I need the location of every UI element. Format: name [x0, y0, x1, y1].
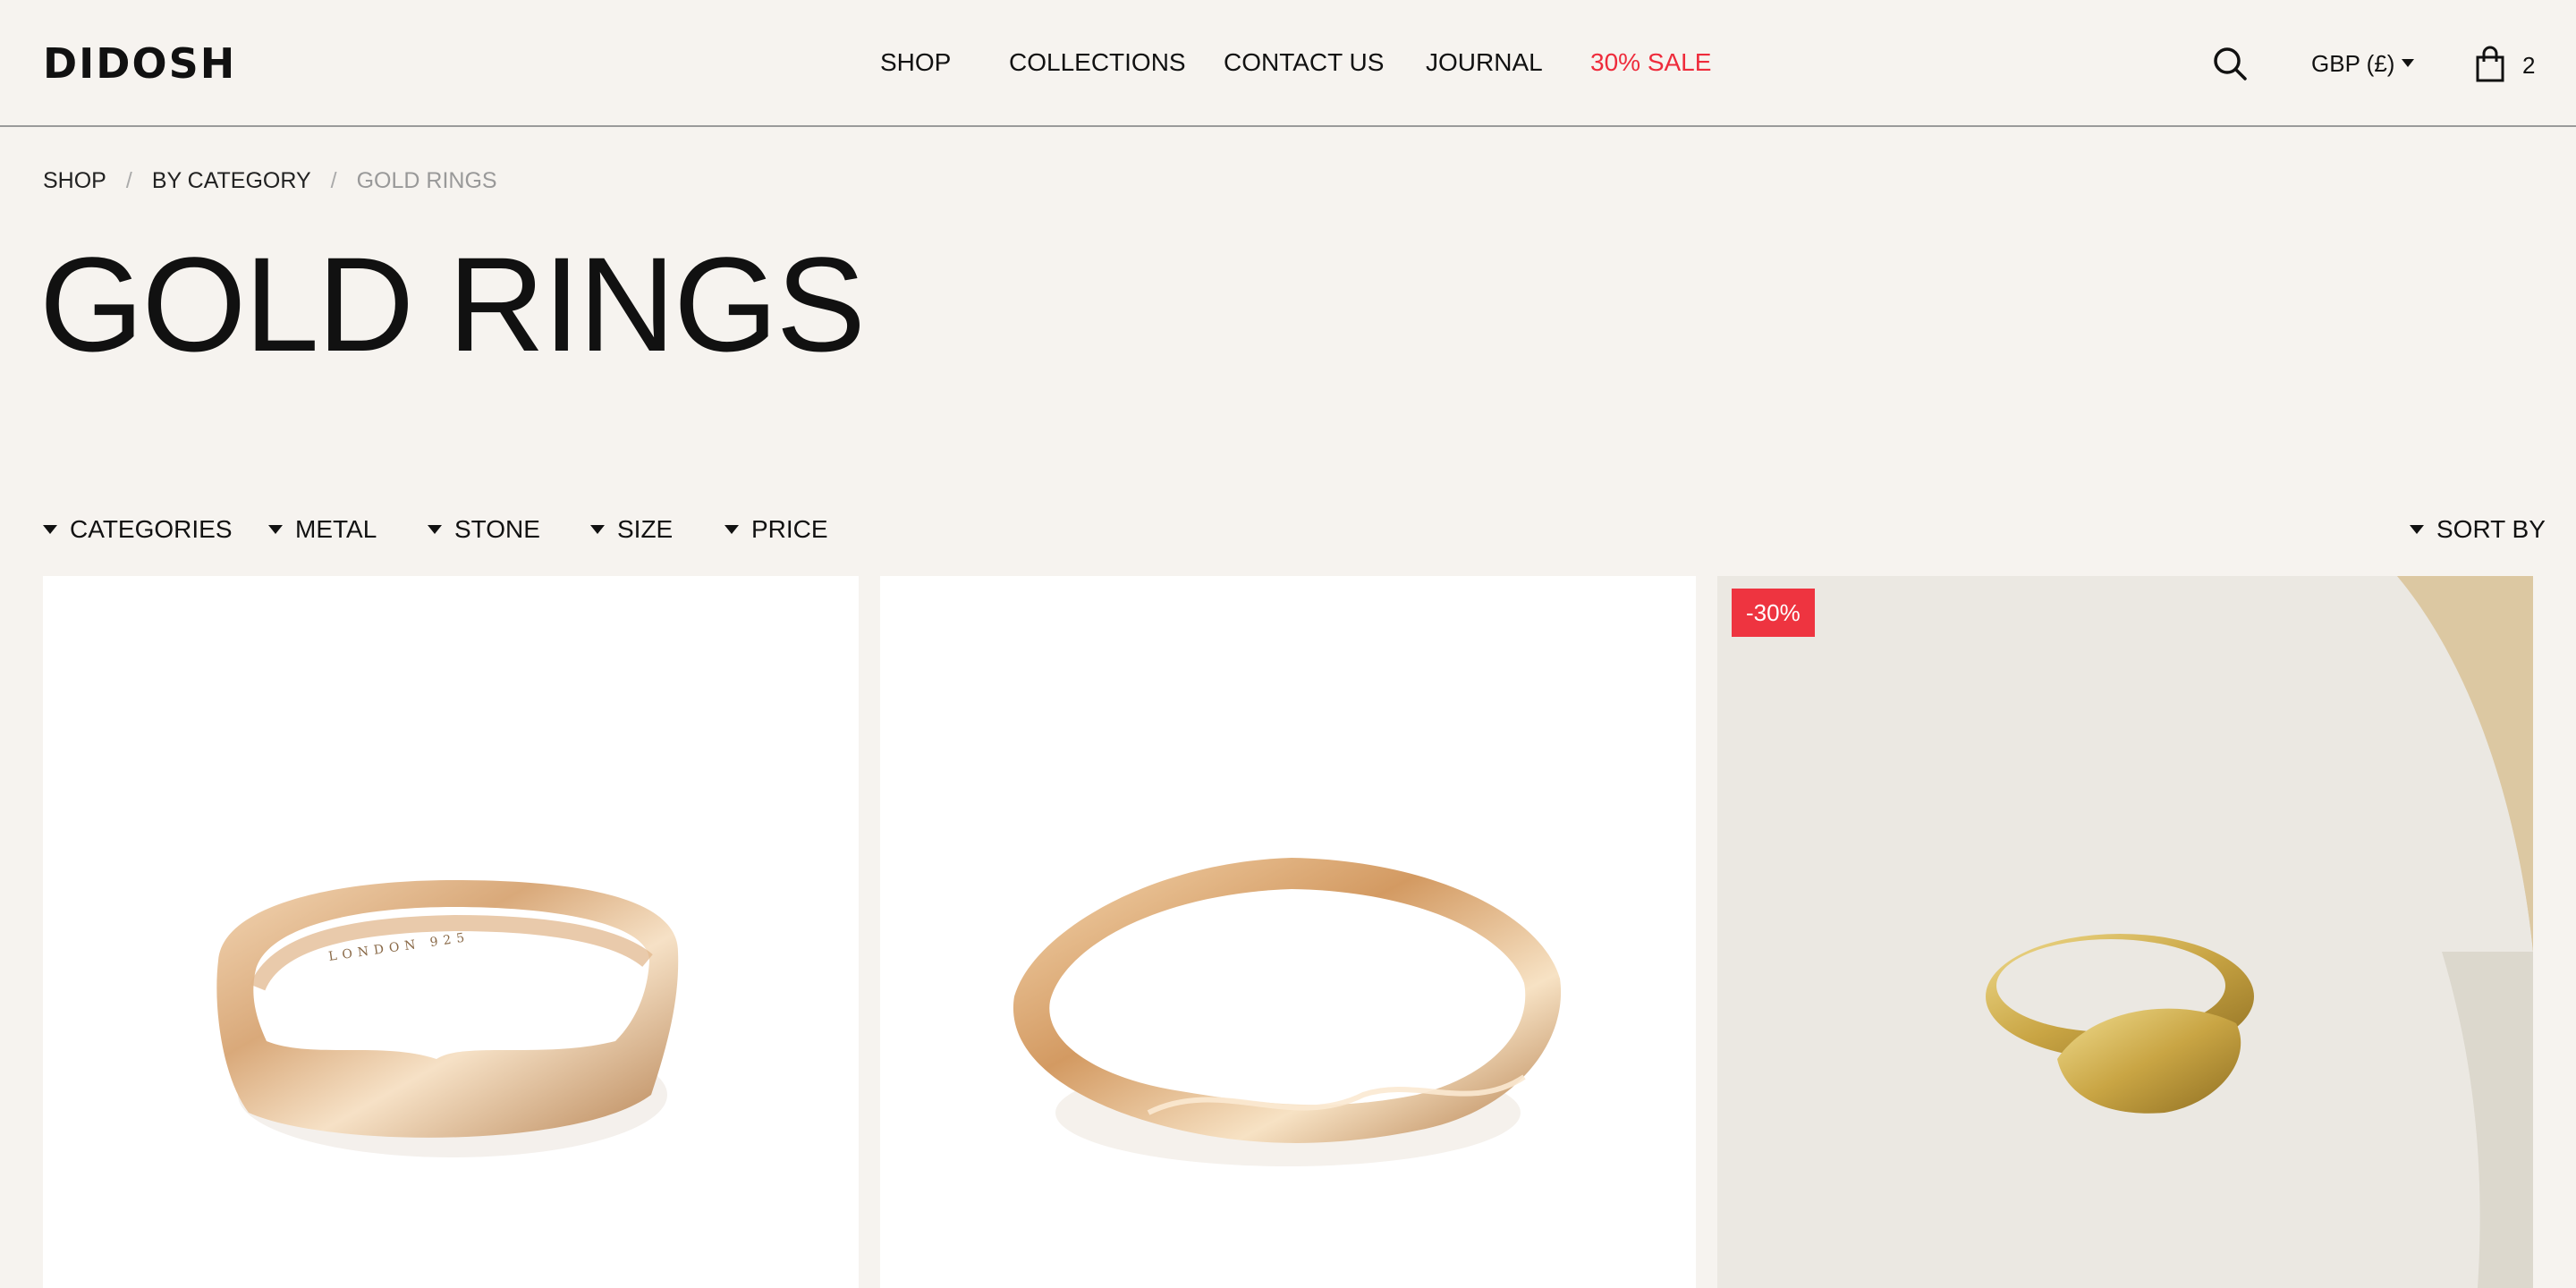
product-card[interactable]: -30% — [1717, 576, 2533, 1288]
chevron-down-icon — [2402, 58, 2415, 67]
filter-size[interactable]: SIZE — [590, 515, 673, 544]
product-card[interactable] — [880, 576, 1696, 1288]
breadcrumb-separator: / — [330, 168, 337, 193]
page-title: GOLD RINGS — [39, 229, 866, 379]
breadcrumb-shop[interactable]: SHOP — [43, 168, 106, 193]
caret-down-icon — [268, 525, 283, 534]
shopping-bag-icon — [2476, 46, 2504, 82]
filter-label: CATEGORIES — [70, 515, 233, 543]
caret-down-icon — [590, 525, 605, 534]
breadcrumb: SHOP / BY CATEGORY / GOLD RINGS — [43, 168, 497, 194]
product-image — [1717, 576, 2533, 1288]
filter-label: SIZE — [617, 515, 674, 543]
site-header: DIDOSH SHOP COLLECTIONS CONTACT US JOURN… — [0, 0, 2576, 127]
filter-label: PRICE — [751, 515, 828, 543]
caret-down-icon — [43, 525, 57, 534]
sort-by[interactable]: SORT BY — [2410, 515, 2546, 544]
currency-selector[interactable]: GBP (£) — [2311, 50, 2415, 78]
nav-sale[interactable]: 30% SALE — [1590, 48, 1711, 77]
caret-down-icon — [2410, 525, 2424, 534]
caret-down-icon — [724, 525, 739, 534]
cart-button[interactable]: 2 — [2472, 45, 2544, 84]
breadcrumb-current: GOLD RINGS — [356, 168, 497, 193]
cart-count: 2 — [2522, 52, 2536, 79]
filter-bar: CATEGORIES METAL STONE SIZE PRICE SORT B… — [0, 515, 2576, 551]
nav-contact-us[interactable]: CONTACT US — [1224, 48, 1384, 77]
breadcrumb-by-category[interactable]: BY CATEGORY — [152, 168, 311, 193]
product-image — [1013, 858, 1562, 1166]
product-card[interactable]: LONDON 925 — [43, 576, 859, 1288]
currency-label: GBP (£) — [2311, 50, 2395, 77]
main-nav: SHOP COLLECTIONS CONTACT US JOURNAL 30% … — [0, 48, 2576, 84]
filter-metal[interactable]: METAL — [268, 515, 377, 544]
sort-label: SORT BY — [2436, 515, 2546, 543]
discount-badge: -30% — [1732, 589, 1815, 637]
filter-categories[interactable]: CATEGORIES — [43, 515, 233, 544]
filter-stone[interactable]: STONE — [428, 515, 540, 544]
filter-price[interactable]: PRICE — [724, 515, 828, 544]
nav-journal[interactable]: JOURNAL — [1426, 48, 1543, 77]
nav-shop[interactable]: SHOP — [880, 48, 951, 77]
filter-label: STONE — [454, 515, 540, 543]
search-icon[interactable] — [2211, 45, 2250, 84]
breadcrumb-separator: / — [125, 168, 132, 193]
nav-collections[interactable]: COLLECTIONS — [1009, 48, 1186, 77]
filter-label: METAL — [295, 515, 377, 543]
caret-down-icon — [428, 525, 442, 534]
product-image: LONDON 925 — [216, 880, 679, 1157]
